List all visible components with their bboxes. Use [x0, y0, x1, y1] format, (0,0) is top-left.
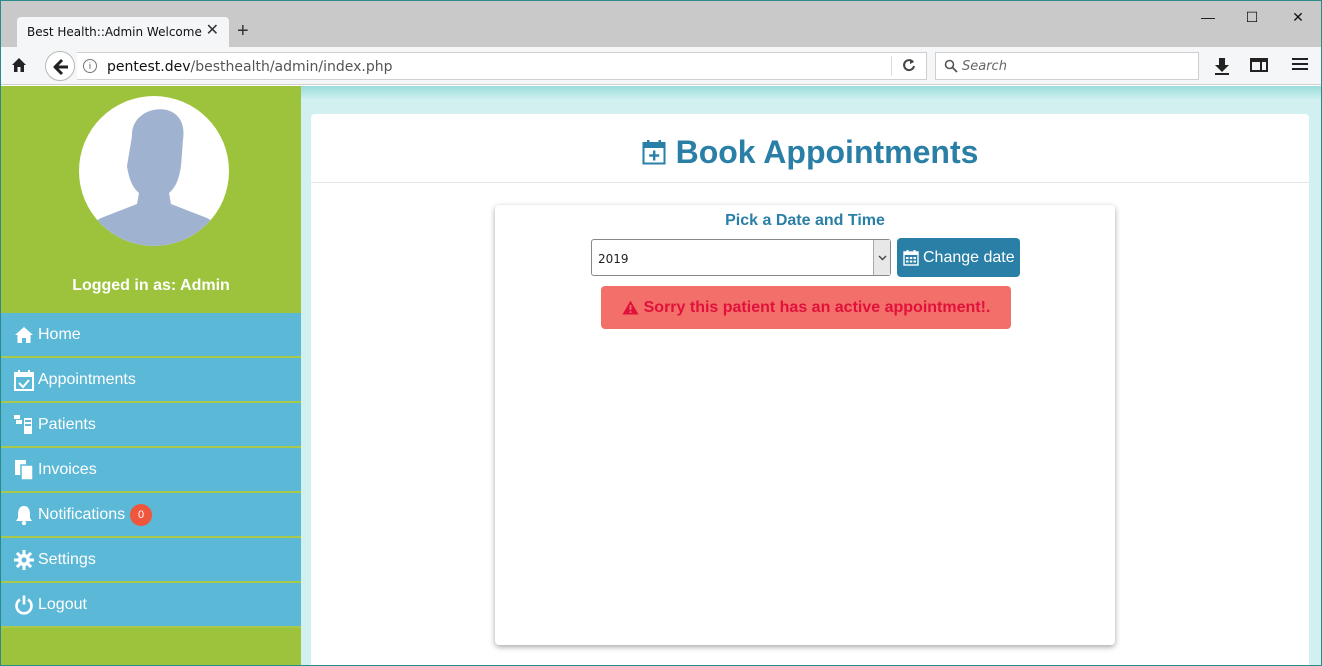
sidebar-item-settings[interactable]: Settings	[1, 538, 301, 583]
sidebar-item-label: Home	[38, 325, 81, 343]
sidebar-item-notifications[interactable]: Notifications 0	[1, 493, 301, 538]
library-icon[interactable]	[1250, 57, 1268, 78]
notification-badge: 0	[130, 504, 152, 526]
date-picker-card: Pick a Date and Time 2019 Change date So…	[495, 205, 1115, 645]
close-window-icon[interactable]: ✕	[1275, 7, 1321, 27]
error-alert: Sorry this patient has an active appoint…	[601, 286, 1011, 329]
sidebar-item-label: Appointments	[38, 370, 136, 388]
home-icon	[13, 324, 35, 346]
warning-icon	[622, 300, 639, 315]
calendar-plus-icon	[642, 136, 666, 173]
sidebar-item-label: Invoices	[38, 460, 97, 478]
sidebar-item-label: Patients	[38, 415, 96, 433]
gear-icon	[13, 549, 35, 571]
menu-icon[interactable]	[1292, 57, 1308, 76]
change-date-button[interactable]: Change date	[897, 238, 1020, 277]
title-bar: Best Health::Admin Welcome ✕ + — ☐ ✕	[1, 1, 1321, 47]
picker-title: Pick a Date and Time	[725, 212, 885, 229]
search-placeholder: Search	[962, 59, 1007, 74]
back-button[interactable]	[45, 51, 75, 81]
minimize-icon[interactable]: —	[1185, 7, 1231, 27]
url-text: pentest.dev/besthealth/admin/index.php	[107, 59, 393, 75]
search-icon	[944, 59, 958, 78]
search-bar[interactable]: Search	[935, 52, 1199, 80]
chevron-down-icon[interactable]	[873, 240, 890, 275]
sidebar-item-appointments[interactable]: Appointments	[1, 358, 301, 403]
reload-icon[interactable]	[902, 58, 916, 77]
navigation-bar: i pentest.dev/besthealth/admin/index.php…	[1, 47, 1321, 85]
change-date-label: Change date	[923, 248, 1015, 266]
logged-in-label: Logged in as: Admin	[72, 277, 230, 294]
year-select[interactable]: 2019	[591, 239, 891, 276]
sidebar-item-label: Notifications	[38, 505, 126, 523]
download-icon[interactable]	[1214, 57, 1230, 80]
sidebar-item-patients[interactable]: Patients	[1, 403, 301, 448]
bell-icon	[13, 504, 35, 526]
maximize-icon[interactable]: ☐	[1229, 7, 1275, 27]
sidebar-item-invoices[interactable]: Invoices	[1, 448, 301, 493]
calendar-check-icon	[13, 369, 35, 391]
copy-icon	[13, 459, 35, 481]
sidebar-item-home[interactable]: Home	[1, 313, 301, 358]
panel-header: Book Appointments	[311, 114, 1309, 183]
page-content: Logged in as: Admin Home Appointments Pa…	[1, 86, 1321, 665]
year-select-value: 2019	[598, 252, 629, 266]
sidebar-item-label: Logout	[38, 595, 87, 613]
calendar-icon	[903, 250, 919, 266]
alert-text: Sorry this patient has an active appoint…	[643, 298, 991, 316]
patients-icon	[13, 414, 35, 436]
browser-tab[interactable]: Best Health::Admin Welcome ✕	[17, 17, 229, 47]
home-icon[interactable]	[11, 57, 27, 78]
sidebar: Logged in as: Admin Home Appointments Pa…	[1, 86, 301, 665]
new-tab-icon[interactable]: +	[237, 21, 249, 41]
page-title: Book Appointments	[311, 134, 1309, 173]
power-icon	[13, 594, 35, 616]
tab-title: Best Health::Admin Welcome	[27, 25, 202, 39]
info-icon[interactable]: i	[83, 59, 97, 73]
sidebar-menu: Home Appointments Patients Invoices Noti…	[1, 313, 301, 628]
close-tab-icon[interactable]: ✕	[206, 23, 219, 39]
avatar	[79, 96, 229, 246]
url-bar[interactable]: i pentest.dev/besthealth/admin/index.php	[77, 52, 927, 80]
browser-window: Best Health::Admin Welcome ✕ + — ☐ ✕ i p…	[0, 0, 1322, 666]
page-title-text: Book Appointments	[675, 134, 979, 170]
sidebar-item-label: Settings	[38, 550, 96, 568]
sidebar-item-logout[interactable]: Logout	[1, 583, 301, 628]
